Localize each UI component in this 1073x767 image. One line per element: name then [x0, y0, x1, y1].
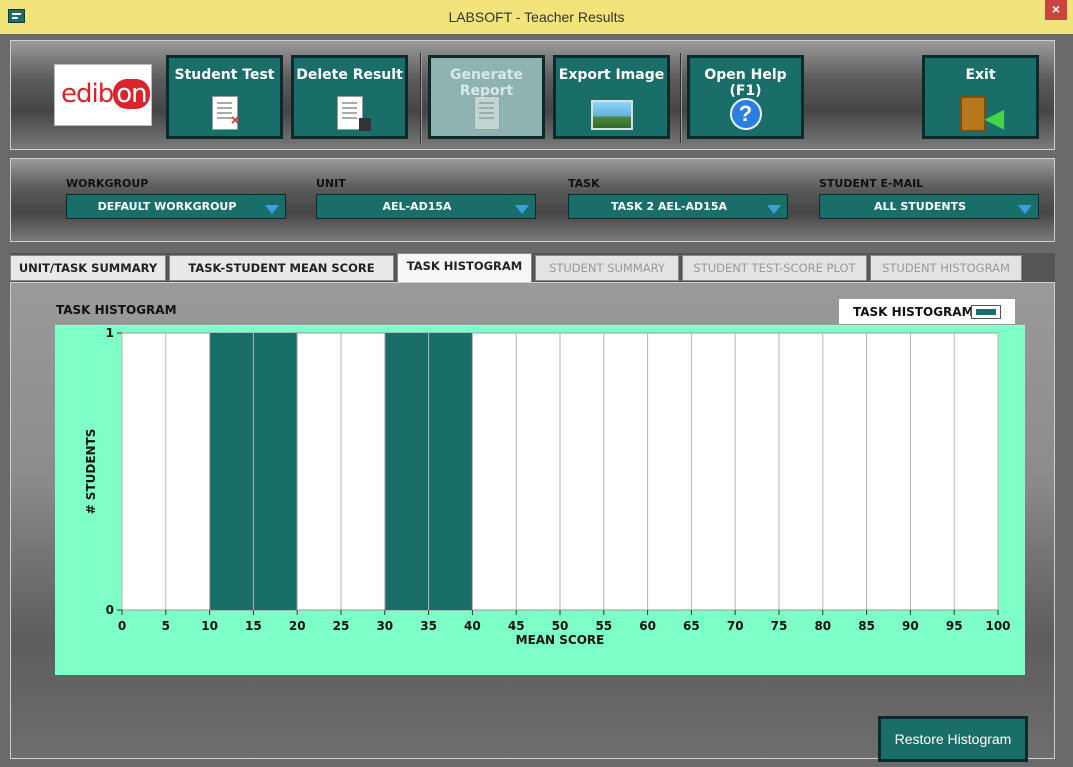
student-test-button[interactable]: Student Test ×: [166, 55, 283, 139]
toolbar: edib on Student Test × Delete Result Gene…: [10, 40, 1055, 150]
x-tick-label: 95: [946, 619, 963, 633]
x-tick-label: 90: [902, 619, 919, 633]
exit-arrow-icon: ◀: [985, 105, 1004, 132]
y-axis-title: # STUDENTS: [84, 429, 98, 515]
x-tick-label: 85: [858, 619, 875, 633]
delete-result-button[interactable]: Delete Result: [291, 55, 408, 139]
window-title: LABSOFT - Teacher Results: [448, 9, 625, 25]
edibon-logo: edib on: [54, 64, 152, 126]
toolbar-divider: [420, 53, 422, 143]
legend[interactable]: TASK HISTOGRAM: [838, 298, 1016, 325]
chevron-down-icon: [265, 205, 279, 214]
tab-student-test-score-plot[interactable]: STUDENT TEST-SCORE PLOT: [682, 255, 867, 281]
help-icon: ?: [729, 98, 762, 130]
email-select[interactable]: ALL STUDENTS: [819, 194, 1039, 219]
close-button[interactable]: ×: [1045, 0, 1067, 20]
image-export-icon: [590, 100, 633, 130]
task-select[interactable]: TASK 2 AEL-AD15A: [568, 194, 788, 219]
x-tick-label: 75: [771, 619, 788, 633]
x-tick-label: 45: [508, 619, 525, 633]
unit-label: UNIT: [316, 177, 346, 190]
title-bar: LABSOFT - Teacher Results ×: [0, 0, 1073, 34]
exit-button[interactable]: Exit ◀: [922, 55, 1039, 139]
chevron-down-icon: [767, 205, 781, 214]
legend-label: TASK HISTOGRAM: [853, 305, 974, 319]
workgroup-select[interactable]: DEFAULT WORKGROUP: [66, 194, 286, 219]
chevron-down-icon: [1018, 205, 1032, 214]
y-tick-label: 1: [106, 326, 114, 340]
x-tick-label: 25: [333, 619, 350, 633]
graph-title: TASK HISTOGRAM: [56, 303, 177, 317]
histogram-chart: 0 5 10 15 20 25 30 35 40 45 50 55 60 65 70 75 80 85 90 95 10…: [84, 326, 1011, 647]
restore-histogram-button[interactable]: Restore Histogram: [878, 716, 1028, 762]
x-tick-label: 60: [639, 619, 656, 633]
unit-select[interactable]: AEL-AD15A: [316, 194, 536, 219]
tab-strip: UNIT/TASK SUMMARY TASK-STUDENT MEAN SCOR…: [10, 253, 1055, 299]
tab-task-histogram[interactable]: TASK HISTOGRAM: [397, 253, 532, 283]
open-help-button[interactable]: Open Help (F1) ?: [687, 55, 804, 139]
x-tick-label: 100: [985, 619, 1010, 633]
generate-report-button[interactable]: Generate Report: [428, 55, 545, 139]
x-tick-label: 40: [464, 619, 481, 633]
x-tick-label: 30: [376, 619, 393, 633]
x-tick-label: 35: [420, 619, 437, 633]
workgroup-label: WORKGROUP: [66, 177, 149, 190]
legend-swatch-icon: [971, 305, 1001, 319]
x-tick-label: 55: [595, 619, 612, 633]
tab-unit-task-summary[interactable]: UNIT/TASK SUMMARY: [10, 255, 166, 281]
x-axis-title: MEAN SCORE: [516, 633, 605, 647]
x-tick-label: 10: [201, 619, 218, 633]
x-tick-label: 65: [683, 619, 700, 633]
test-document-icon: ×: [211, 96, 240, 130]
report-icon: [473, 96, 500, 130]
trash-icon: [358, 118, 371, 131]
tab-task-student-mean-score-plot[interactable]: TASK-STUDENT MEAN SCORE PLOT: [169, 255, 394, 299]
x-tick-label: 20: [289, 619, 306, 633]
tab-student-summary[interactable]: STUDENT SUMMARY: [535, 255, 679, 281]
x-tick-label: 15: [245, 619, 262, 633]
x-tick-label: 80: [814, 619, 831, 633]
x-tick-label: 0: [118, 619, 126, 633]
x-tick-label: 70: [727, 619, 744, 633]
y-tick-label: 0: [106, 603, 114, 617]
export-image-button[interactable]: Export Image: [553, 55, 670, 139]
delete-document-icon: [336, 96, 371, 131]
x-tick-label: 50: [552, 619, 569, 633]
filter-bar: WORKGROUP DEFAULT WORKGROUP UNIT AEL-AD1…: [10, 158, 1055, 242]
x-tick-label: 5: [162, 619, 170, 633]
chevron-down-icon: [515, 205, 529, 214]
door-icon: [959, 96, 986, 132]
tab-student-histogram[interactable]: STUDENT HISTOGRAM: [870, 255, 1022, 281]
email-label: STUDENT E-MAIL: [819, 177, 924, 190]
toolbar-divider: [680, 53, 682, 143]
task-label: TASK: [568, 177, 600, 190]
